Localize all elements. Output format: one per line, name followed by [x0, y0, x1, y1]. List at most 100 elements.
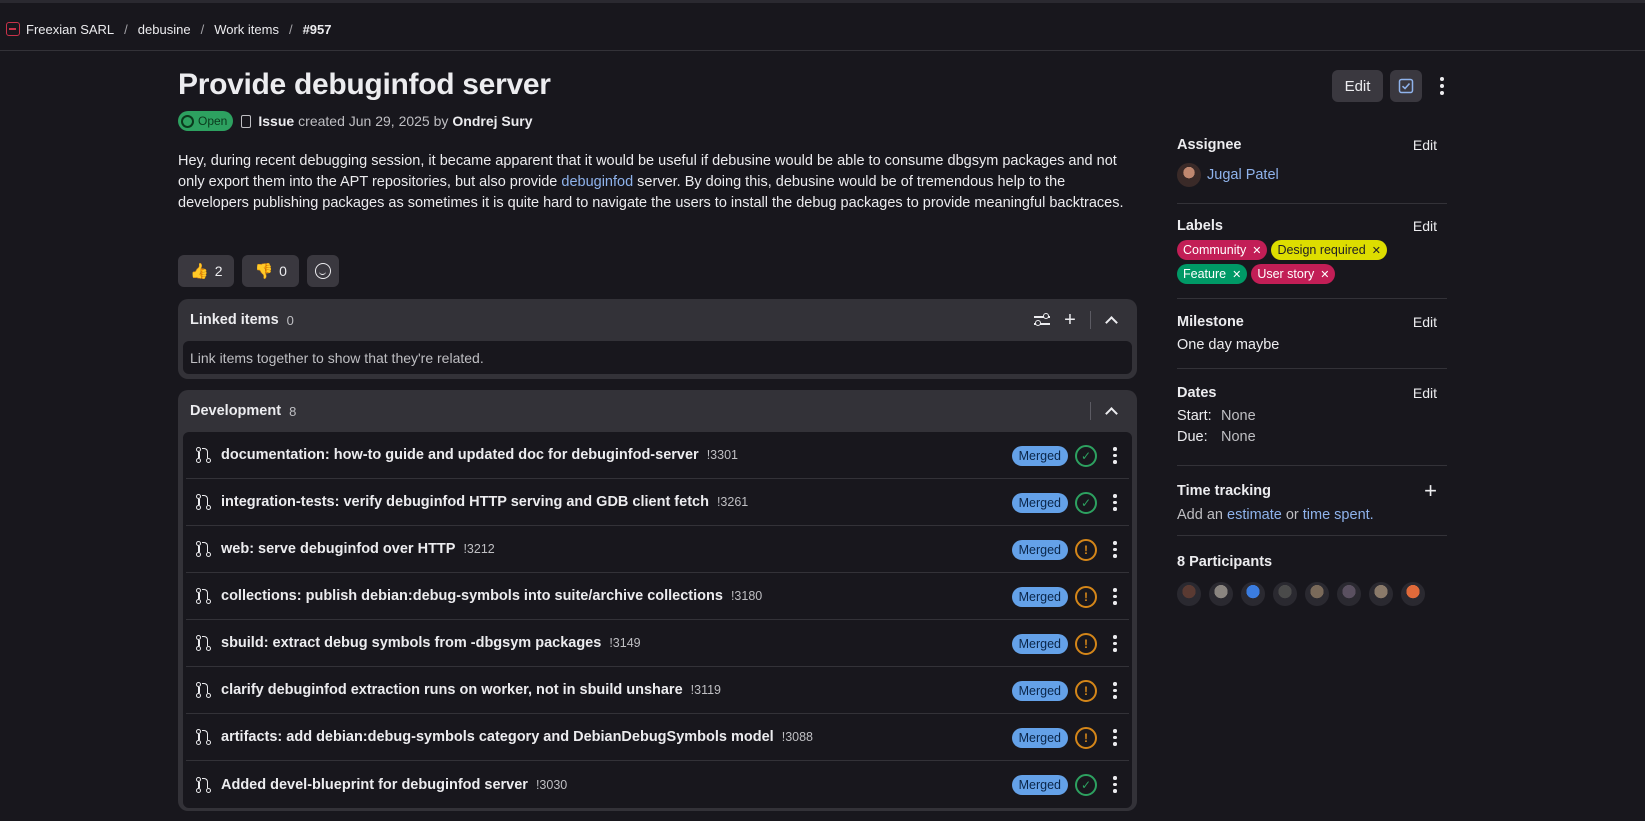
milestone-section: Milestone Edit One day maybe — [1177, 299, 1447, 369]
label-chip[interactable]: Community ✕ — [1177, 240, 1268, 260]
add-reaction-button[interactable] — [306, 255, 339, 287]
start-date-value: None — [1221, 408, 1256, 424]
edit-button[interactable]: Edit — [1332, 70, 1383, 102]
assignee-edit-button[interactable]: Edit — [1413, 137, 1437, 153]
participant-avatar[interactable] — [1241, 582, 1265, 606]
merge-request-row[interactable]: web: serve debuginfod over HTTP !3212 Merg… — [186, 526, 1129, 573]
development-tools — [1084, 390, 1125, 432]
participant-avatar[interactable] — [1401, 582, 1425, 606]
merge-request-row[interactable]: clarify debuginfod extraction runs on wo… — [186, 667, 1129, 714]
pipeline-passed-icon[interactable]: ✓ — [1075, 444, 1097, 467]
label-chip[interactable]: User story ✕ — [1251, 264, 1336, 284]
pipeline-passed-icon[interactable]: ✓ — [1075, 773, 1097, 796]
start-date-row: Start: None — [1177, 408, 1447, 424]
merged-badge: Merged — [1011, 633, 1068, 654]
breadcrumb-current[interactable]: #957 — [303, 22, 332, 37]
participant-avatar[interactable] — [1273, 582, 1297, 606]
add-linked-item-button[interactable]: + — [1056, 306, 1084, 334]
merge-request-row[interactable]: Added devel-blueprint for debuginfod ser… — [186, 761, 1129, 808]
row-more-button[interactable] — [1109, 724, 1121, 752]
label-text: Community — [1183, 243, 1247, 257]
merge-request-title[interactable]: sbuild: extract debug symbols from -dbgs… — [221, 635, 601, 651]
merge-request-title[interactable]: artifacts: add debian:debug-symbols cate… — [221, 729, 774, 745]
row-more-button[interactable] — [1109, 630, 1121, 658]
time-tracking-mid: or — [1281, 507, 1303, 523]
add-todo-button[interactable] — [1390, 70, 1422, 102]
remove-label-icon[interactable]: ✕ — [1252, 244, 1261, 257]
merge-request-row[interactable]: documentation: how-to guide and updated … — [186, 432, 1129, 479]
avatar[interactable] — [1177, 163, 1201, 187]
breadcrumb-separator: / — [124, 21, 128, 37]
milestone-edit-button[interactable]: Edit — [1413, 314, 1437, 330]
dates-edit-button[interactable]: Edit — [1413, 385, 1437, 401]
breadcrumb-group[interactable]: Freexian SARL — [26, 22, 114, 37]
participant-avatar[interactable] — [1209, 582, 1233, 606]
pipeline-warning-icon[interactable]: ! — [1075, 726, 1097, 749]
merge-request-ref: !3149 — [609, 636, 641, 650]
merge-request-icon — [196, 588, 212, 604]
thumbs-up-count: 2 — [214, 263, 223, 279]
remove-label-icon[interactable]: ✕ — [1232, 268, 1241, 281]
plus-icon: + — [1064, 308, 1076, 331]
merge-request-title[interactable]: clarify debuginfod extraction runs on wo… — [221, 682, 683, 698]
thumbs-down-count: 0 — [279, 263, 287, 279]
label-chip[interactable]: Design required ✕ — [1271, 240, 1387, 260]
label-chip[interactable]: Feature ✕ — [1177, 264, 1248, 284]
merge-request-title[interactable]: Added devel-blueprint for debuginfod ser… — [221, 777, 528, 793]
thumbs-up-icon: 👍 — [190, 263, 209, 280]
author-link[interactable]: Ondrej Sury — [452, 113, 532, 129]
participant-avatar[interactable] — [1177, 582, 1201, 606]
labels-title: Labels — [1177, 218, 1223, 234]
time-spent-link[interactable]: time spent. — [1303, 507, 1374, 523]
participant-avatar[interactable] — [1305, 582, 1329, 606]
collapse-development-button[interactable] — [1097, 397, 1125, 425]
breadcrumb-work-items[interactable]: Work items — [214, 22, 279, 37]
linked-items-tools: + — [1028, 299, 1125, 341]
merge-request-row[interactable]: artifacts: add debian:debug-symbols cate… — [186, 714, 1129, 761]
merge-request-title[interactable]: web: serve debuginfod over HTTP — [221, 541, 455, 557]
merged-badge: Merged — [1011, 445, 1068, 466]
assignee-name[interactable]: Jugal Patel — [1207, 167, 1279, 183]
remove-label-icon[interactable]: ✕ — [1320, 268, 1329, 281]
merge-request-ref: !3180 — [730, 589, 763, 603]
merge-request-title[interactable]: documentation: how-to guide and updated … — [221, 447, 699, 463]
breadcrumb-project[interactable]: debusine — [138, 22, 191, 37]
thumbs-down-button[interactable]: 👎 0 — [242, 255, 299, 287]
more-actions-button[interactable] — [1432, 72, 1452, 100]
pipeline-warning-icon[interactable]: ! — [1075, 632, 1097, 655]
participant-avatar[interactable] — [1369, 582, 1393, 606]
due-date-value: None — [1221, 429, 1256, 445]
development-card: Development 8 documentation: how-to guid… — [178, 390, 1137, 811]
merge-request-icon — [196, 776, 212, 793]
thumbs-up-button[interactable]: 👍 2 — [178, 255, 235, 287]
row-more-button[interactable] — [1109, 583, 1121, 611]
row-more-button[interactable] — [1109, 771, 1121, 799]
development-header: Development 8 — [178, 390, 1137, 432]
remove-label-icon[interactable]: ✕ — [1372, 244, 1381, 257]
merge-request-row[interactable]: collections: publish debian:debug-symbol… — [186, 573, 1129, 620]
time-tracking-section: Time tracking + Add an estimate or time … — [1177, 466, 1447, 536]
smile-icon — [314, 263, 331, 279]
participant-avatar[interactable] — [1337, 582, 1361, 606]
merge-request-row[interactable]: sbuild: extract debug symbols from -dbgs… — [186, 620, 1129, 667]
estimate-link[interactable]: estimate — [1227, 507, 1282, 523]
collapse-linked-items-button[interactable] — [1097, 306, 1125, 334]
labels-edit-button[interactable]: Edit — [1413, 218, 1437, 234]
add-time-button[interactable]: + — [1424, 480, 1437, 502]
pipeline-warning-icon[interactable]: ! — [1075, 538, 1097, 561]
description-link[interactable]: debuginfod — [561, 174, 633, 190]
header-divider — [0, 50, 1645, 51]
merge-request-title[interactable]: integration-tests: verify debuginfod HTT… — [221, 494, 709, 510]
linked-items-title: Linked items — [190, 312, 279, 328]
merge-request-row[interactable]: integration-tests: verify debuginfod HTT… — [186, 479, 1129, 526]
tools-divider — [1090, 402, 1091, 420]
row-more-button[interactable] — [1109, 536, 1121, 564]
row-more-button[interactable] — [1109, 677, 1121, 705]
pipeline-warning-icon[interactable]: ! — [1075, 679, 1097, 702]
row-more-button[interactable] — [1109, 489, 1121, 517]
linked-items-settings-button[interactable] — [1028, 306, 1056, 334]
row-more-button[interactable] — [1109, 442, 1121, 470]
pipeline-passed-icon[interactable]: ✓ — [1075, 491, 1097, 514]
merge-request-title[interactable]: collections: publish debian:debug-symbol… — [221, 588, 723, 604]
pipeline-warning-icon[interactable]: ! — [1075, 585, 1097, 608]
